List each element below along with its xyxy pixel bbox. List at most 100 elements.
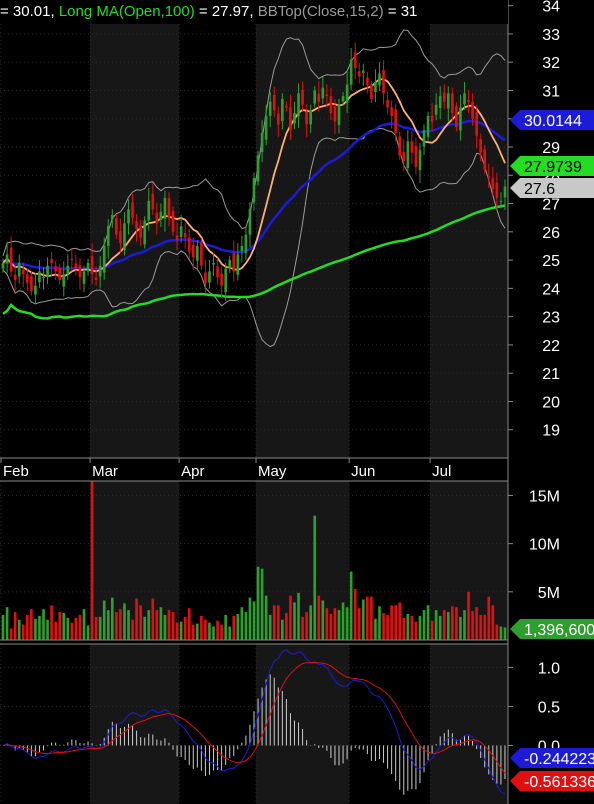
volume-bar [394, 605, 398, 640]
candle-body [459, 107, 462, 131]
candle-body [34, 285, 37, 295]
candle-body [438, 96, 442, 108]
volume-bar [78, 614, 82, 640]
candle-body [25, 274, 29, 283]
candle-body [499, 200, 503, 202]
volume-bar [337, 610, 341, 640]
candle-body [329, 96, 333, 114]
candle-body [119, 231, 122, 244]
candle-body [487, 176, 491, 179]
month-band [256, 0, 350, 458]
volume-bar [370, 596, 373, 640]
price-tick-label: 24 [542, 281, 560, 298]
volume-bar [430, 620, 434, 640]
candle-body [451, 93, 454, 114]
candle-body [398, 136, 402, 156]
candle-body [475, 111, 478, 136]
candle-body [147, 200, 151, 221]
candle-body [289, 107, 292, 131]
candle-body [74, 263, 78, 269]
candle-body [30, 275, 33, 292]
price-tick-label: 23 [542, 310, 560, 327]
volume-bar [398, 602, 402, 640]
candle-body [244, 234, 248, 253]
candle-body [309, 110, 312, 125]
candle-body [426, 115, 430, 137]
candle-body [70, 258, 74, 261]
signal-value-tag-text: -0.561336 [524, 774, 594, 791]
candle-body [232, 253, 236, 272]
candle-body [382, 70, 385, 94]
volume-bar [34, 618, 37, 640]
candle-body [220, 273, 223, 286]
volume-bar [281, 619, 284, 640]
candle-body [361, 70, 365, 73]
price-tick-label: 21 [542, 366, 560, 383]
volume-bar [139, 605, 142, 640]
volume-bar [46, 619, 49, 640]
candle-body [216, 266, 219, 278]
volume-bar [455, 607, 458, 640]
candle-body [503, 186, 507, 198]
candle-body [102, 245, 106, 273]
volume-bar [321, 600, 325, 640]
x-tick-label: Apr [181, 463, 204, 480]
volume-bar [390, 605, 393, 640]
volume-bar [74, 617, 78, 640]
volume-bar [374, 618, 377, 640]
volume-bar [5, 607, 9, 640]
candle-body [62, 274, 66, 287]
candle-body [115, 218, 118, 235]
candle-body [406, 141, 410, 168]
volume-bar [212, 626, 215, 640]
candle-body [430, 115, 434, 122]
candle-body [94, 277, 98, 280]
volume-bar [426, 605, 430, 640]
price-tick-label: 27 [542, 197, 560, 214]
volume-bar [410, 615, 414, 640]
candle-body [236, 254, 240, 275]
volume-bar [305, 612, 308, 640]
candle-body [13, 274, 17, 280]
volume-bar [21, 624, 25, 640]
candle-body [46, 265, 49, 278]
month-band [430, 0, 508, 458]
candle-body [491, 178, 495, 190]
candle-body [414, 145, 418, 167]
price-tick-label: 29 [542, 140, 560, 157]
candle-body [386, 100, 389, 108]
volume-tick-label: 15M [529, 488, 560, 505]
volume-bar [475, 607, 478, 640]
close-price-tag-text: 27.6 [524, 181, 555, 198]
volume-bar [329, 613, 333, 640]
candle-body [325, 94, 329, 97]
candle-body [9, 247, 13, 272]
candle-body [58, 268, 62, 280]
volume-bar [446, 612, 450, 640]
candle-body [370, 84, 373, 99]
volume-bar [115, 612, 118, 640]
volume-bar [382, 613, 385, 640]
volume-bar [451, 606, 454, 640]
x-tick-label: Jun [351, 463, 375, 480]
volume-bar [123, 603, 126, 640]
candle-body [212, 262, 215, 265]
volume-bar [110, 597, 114, 640]
candle-body [42, 277, 45, 279]
month-band [430, 644, 508, 804]
candle-body [1, 262, 5, 269]
candle-body [268, 101, 272, 116]
volume-bar [467, 591, 470, 640]
candle-body [446, 93, 450, 109]
candle-body [264, 115, 268, 140]
volume-bar [285, 613, 288, 640]
price-tick-label: 20 [542, 394, 560, 411]
volume-bar [268, 614, 272, 640]
mid-ma-value-tag-text: 30.0144 [524, 113, 582, 130]
volume-bar [191, 624, 195, 640]
volume-bar [491, 605, 495, 640]
candle-body [293, 113, 296, 124]
candle-body [200, 242, 203, 266]
candle-body [378, 73, 381, 86]
volume-bar [38, 615, 41, 640]
